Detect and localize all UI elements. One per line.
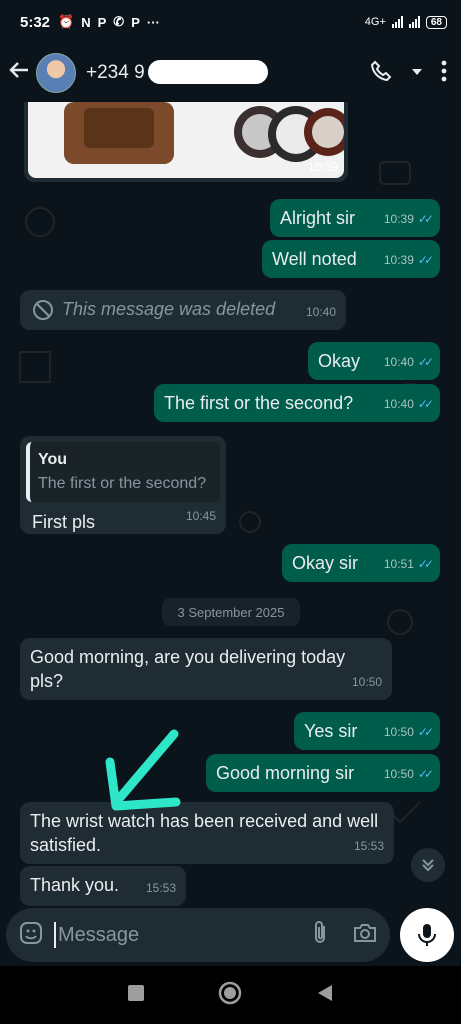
watch-image	[64, 102, 344, 164]
message-incoming[interactable]: Good morning, are you delivering today p…	[20, 638, 392, 700]
microphone-icon	[418, 924, 436, 946]
voice-message-button[interactable]	[400, 908, 454, 962]
message-text: Thank you.	[30, 875, 120, 895]
message-deleted[interactable]: This message was deleted 10:40	[20, 290, 346, 330]
system-nav-bar	[0, 966, 461, 1024]
sticker-icon[interactable]	[18, 920, 44, 951]
message-time: 10:50	[383, 767, 414, 781]
message-outgoing[interactable]: Okay 10:40 ✓✓	[308, 342, 440, 380]
read-ticks-icon: ✓✓	[417, 767, 434, 781]
phone-icon[interactable]	[369, 59, 393, 88]
battery-indicator: 68	[425, 15, 447, 29]
message-time: 10:40	[383, 397, 414, 411]
message-time: 10:39	[383, 212, 414, 226]
quoted-text: The first or the second?	[38, 475, 207, 492]
status-time: 5:32	[20, 13, 51, 31]
message-time: 10:50	[383, 725, 414, 739]
image-message[interactable]: 10:39	[24, 102, 348, 182]
network-type: 4G+	[364, 16, 386, 28]
read-ticks-icon: ✓✓	[417, 557, 434, 571]
message-reply[interactable]: You The first or the second? First pls 1…	[20, 436, 226, 534]
message-time: 15:53	[353, 839, 384, 853]
redaction-mark	[148, 60, 268, 84]
notification-icon: P	[97, 14, 107, 30]
avatar[interactable]	[36, 53, 76, 93]
signal-icon	[391, 16, 403, 28]
message-time: 10:39	[307, 160, 338, 174]
message-outgoing[interactable]: The first or the second? 10:40 ✓✓	[154, 384, 440, 422]
scroll-to-bottom-button[interactable]	[411, 848, 445, 882]
watch-photo[interactable]: 10:39	[28, 102, 344, 178]
message-outgoing[interactable]: Yes sir 10:50 ✓✓	[294, 712, 440, 750]
notification-icon: P	[131, 14, 140, 30]
chevron-down-icon	[422, 859, 434, 872]
more-icon[interactable]	[441, 60, 447, 87]
message-text: Well noted	[272, 249, 357, 269]
read-ticks-icon: ✓✓	[417, 212, 434, 226]
blocked-icon	[32, 299, 54, 327]
message-time: 10:50	[351, 675, 382, 689]
message-time: 15:53	[145, 881, 176, 895]
annotation-arrow	[105, 729, 181, 811]
home-button[interactable]	[218, 981, 242, 1010]
message-outgoing[interactable]: Well noted 10:39 ✓✓	[262, 240, 440, 278]
read-ticks-icon: ✓✓	[417, 355, 434, 369]
message-time: 10:40	[305, 305, 336, 319]
message-text: Okay sir	[292, 553, 359, 573]
quoted-message[interactable]: You The first or the second?	[26, 442, 220, 502]
message-outgoing[interactable]: Alright sir 10:39 ✓✓	[270, 199, 440, 237]
text-cursor	[54, 922, 56, 948]
message-outgoing[interactable]: Good morning sir 10:50 ✓✓	[206, 754, 440, 792]
date-separator: 3 September 2025	[162, 598, 300, 626]
attach-icon[interactable]	[310, 920, 330, 951]
quoted-author: You	[38, 451, 68, 468]
contact-number[interactable]: +234 9	[86, 62, 145, 83]
message-time: 10:45	[185, 509, 216, 523]
read-ticks-icon: ✓✓	[417, 253, 434, 267]
message-time: 10:39	[383, 253, 414, 267]
camera-icon[interactable]	[352, 922, 378, 949]
message-text: Good morning, are you delivering today p…	[30, 647, 346, 691]
status-bar: 5:32 ⏰ N P ✆ P ··· 4G+ 68	[0, 0, 461, 44]
back-button[interactable]	[316, 983, 334, 1008]
read-ticks-icon: ✓✓	[417, 397, 434, 411]
whatsapp-icon: ✆	[113, 14, 125, 29]
more-notifications-icon: ···	[146, 14, 160, 30]
message-text: First pls	[32, 512, 95, 532]
alarm-icon: ⏰	[58, 14, 75, 29]
message-incoming[interactable]: The wrist watch has been received and we…	[20, 802, 394, 864]
message-text: Good morning sir	[216, 763, 355, 783]
read-ticks-icon: ✓✓	[417, 725, 434, 739]
chat-header: +234 9	[0, 44, 461, 102]
message-text: The first or the second?	[164, 393, 354, 413]
dropdown-icon[interactable]	[411, 64, 423, 82]
recents-button[interactable]	[127, 984, 145, 1007]
message-time: 10:51	[383, 557, 414, 571]
message-text: Alright sir	[280, 208, 356, 228]
message-outgoing[interactable]: Okay sir 10:51 ✓✓	[282, 544, 440, 582]
message-incoming[interactable]: Thank you. 15:53	[20, 866, 186, 906]
message-text: Yes sir	[304, 721, 358, 741]
message-text: This message was deleted	[62, 299, 276, 319]
contact-name[interactable]: +234 9	[86, 60, 268, 84]
back-arrow-icon[interactable]	[8, 59, 34, 88]
signal-icon	[408, 16, 420, 28]
message-input[interactable]: Message	[58, 924, 139, 947]
chat-area[interactable]: 10:39 Alright sir 10:39 ✓✓ Well noted 10:…	[0, 102, 461, 908]
message-composer[interactable]: Message	[6, 908, 390, 962]
notification-icon: N	[81, 14, 91, 30]
message-text: Okay	[318, 351, 361, 371]
message-time: 10:40	[383, 355, 414, 369]
